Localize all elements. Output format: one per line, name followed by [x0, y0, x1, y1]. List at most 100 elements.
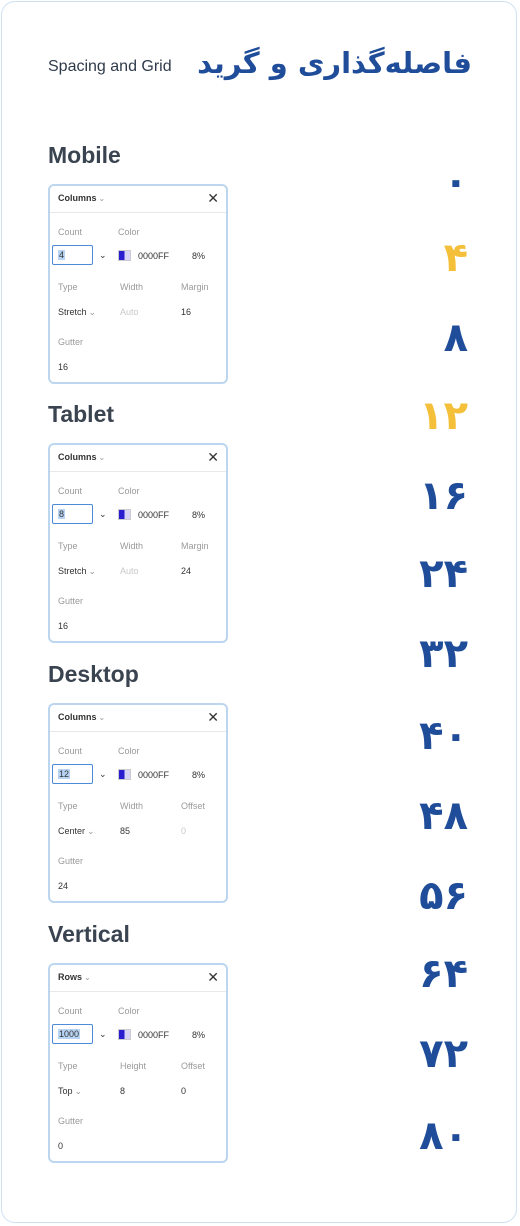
opacity-value[interactable]: 8% — [192, 1030, 205, 1040]
size-input[interactable]: 8 — [120, 1086, 125, 1096]
grid-kind-dropdown[interactable]: Rows ⌄ — [58, 972, 91, 982]
type-label: Type — [58, 801, 78, 811]
color-swatch[interactable] — [118, 509, 131, 520]
gutter-label: Gutter — [58, 596, 84, 606]
chevron-down-icon[interactable]: ⌄ — [99, 509, 107, 520]
spacing-value: ۱۲ — [419, 393, 468, 439]
gutter-label: Gutter — [58, 1116, 84, 1126]
chevron-down-icon: ⌄ — [98, 194, 106, 203]
type-label: Type — [58, 1061, 78, 1071]
size-input[interactable]: Auto — [120, 566, 139, 576]
section-title-mobile: Mobile — [48, 142, 121, 168]
size-label: Height — [120, 1061, 147, 1071]
color-hex-value[interactable]: 0000FF — [138, 510, 169, 520]
chevron-down-icon[interactable]: ⌄ — [99, 250, 107, 261]
panel-header: Columns ⌄ ✕ — [50, 186, 226, 213]
opacity-value[interactable]: 8% — [192, 770, 205, 780]
close-icon[interactable]: ✕ — [207, 968, 219, 986]
count-label: Count — [58, 746, 83, 756]
color-label: Color — [118, 486, 140, 496]
size-label: Width — [120, 541, 144, 551]
spacing-value: ۱۶ — [419, 473, 468, 519]
count-label: Count — [58, 486, 83, 496]
close-icon[interactable]: ✕ — [207, 189, 219, 207]
type-dropdown[interactable]: Top ⌄ — [58, 1086, 82, 1097]
page-subtitle: Spacing and Grid — [48, 58, 172, 75]
chevron-down-icon: ⌄ — [98, 453, 106, 462]
grid-kind-dropdown[interactable]: Columns ⌄ — [58, 193, 105, 203]
color-hex-value[interactable]: 0000FF — [138, 1030, 169, 1040]
type-dropdown[interactable]: Center ⌄ — [58, 826, 95, 837]
color-hex-value[interactable]: 0000FF — [138, 770, 169, 780]
layout-grid-panel-vertical: Rows ⌄ ✕ Count Color 1000 ⌄ 0000FF 8% Typ… — [48, 963, 228, 1163]
panel-header: Columns ⌄ ✕ — [50, 705, 226, 732]
gutter-input[interactable]: 0 — [58, 1141, 63, 1151]
size-label: Width — [120, 801, 144, 811]
section-title-vertical: Vertical — [48, 921, 130, 947]
chevron-down-icon: ⌄ — [74, 1086, 83, 1096]
gutter-input[interactable]: 16 — [58, 621, 68, 631]
offset-label: Offset — [181, 1061, 205, 1071]
count-label: Count — [58, 1006, 83, 1016]
offset-label: Margin — [181, 541, 209, 551]
spacing-value: ۰ — [443, 159, 468, 205]
color-hex-value[interactable]: 0000FF — [138, 251, 169, 261]
offset-input[interactable]: 0 — [181, 1086, 186, 1096]
color-swatch[interactable] — [118, 769, 131, 780]
section-title-tablet: Tablet — [48, 401, 115, 427]
spacing-value: ۴۰ — [419, 713, 468, 759]
chevron-down-icon: ⌄ — [87, 826, 95, 836]
offset-input[interactable]: 16 — [181, 307, 191, 317]
spacing-value: ۷۲ — [419, 1031, 468, 1077]
chevron-down-icon[interactable]: ⌄ — [99, 769, 107, 780]
chevron-down-icon: ⌄ — [88, 566, 97, 576]
opacity-value[interactable]: 8% — [192, 251, 205, 261]
count-input[interactable]: 1000 — [52, 1024, 93, 1044]
gutter-label: Gutter — [58, 337, 84, 347]
type-label: Type — [58, 282, 78, 292]
color-swatch[interactable] — [118, 250, 131, 261]
close-icon[interactable]: ✕ — [207, 708, 219, 726]
chevron-down-icon: ⌄ — [98, 713, 106, 722]
layout-grid-panel-desktop: Columns ⌄ ✕ Count Color 12 ⌄ 0000FF 8% Ty… — [48, 703, 228, 903]
spacing-value: ۲۴ — [419, 551, 468, 597]
color-label: Color — [118, 746, 140, 756]
chevron-down-icon: ⌄ — [84, 973, 91, 982]
spacing-value: ۴ — [443, 235, 468, 281]
size-input[interactable]: Auto — [120, 307, 139, 317]
gutter-input[interactable]: 16 — [58, 362, 68, 372]
type-dropdown[interactable]: Stretch ⌄ — [58, 566, 96, 577]
spacing-value: ۴۸ — [419, 793, 468, 839]
spacing-value: ۵۶ — [419, 873, 468, 919]
size-label: Width — [120, 282, 144, 292]
count-input[interactable]: 12 — [52, 764, 93, 784]
layout-grid-panel-mobile: Columns ⌄ ✕ Count Color 4 ⌄ 0000FF 8% Typ… — [48, 184, 228, 384]
spacing-value: ۳۲ — [419, 631, 468, 677]
spacing-value: ۶۴ — [419, 951, 468, 997]
panel-header: Rows ⌄ ✕ — [50, 965, 226, 992]
gutter-input[interactable]: 24 — [58, 881, 68, 891]
grid-kind-dropdown[interactable]: Columns ⌄ — [58, 452, 105, 462]
chevron-down-icon: ⌄ — [88, 307, 97, 317]
type-label: Type — [58, 541, 78, 551]
spacing-value: ۸ — [443, 315, 468, 361]
opacity-value[interactable]: 8% — [192, 510, 205, 520]
section-title-desktop: Desktop — [48, 661, 139, 687]
offset-label: Margin — [181, 282, 209, 292]
size-input[interactable]: 85 — [120, 826, 130, 836]
offset-input[interactable]: 0 — [181, 826, 186, 836]
chevron-down-icon[interactable]: ⌄ — [99, 1029, 107, 1040]
type-dropdown[interactable]: Stretch ⌄ — [58, 307, 96, 318]
color-label: Color — [118, 1006, 140, 1016]
panel-header: Columns ⌄ ✕ — [50, 445, 226, 472]
page-title: فاصله‌گذاری و گرید — [197, 46, 472, 80]
offset-label: Offset — [181, 801, 205, 811]
count-input[interactable]: 4 — [52, 245, 93, 265]
count-input[interactable]: 8 — [52, 504, 93, 524]
close-icon[interactable]: ✕ — [207, 448, 219, 466]
layout-grid-panel-tablet: Columns ⌄ ✕ Count Color 8 ⌄ 0000FF 8% Typ… — [48, 443, 228, 643]
color-swatch[interactable] — [118, 1029, 131, 1040]
offset-input[interactable]: 24 — [181, 566, 191, 576]
grid-kind-dropdown[interactable]: Columns ⌄ — [58, 712, 105, 722]
spacing-value: ۸۰ — [419, 1113, 468, 1159]
